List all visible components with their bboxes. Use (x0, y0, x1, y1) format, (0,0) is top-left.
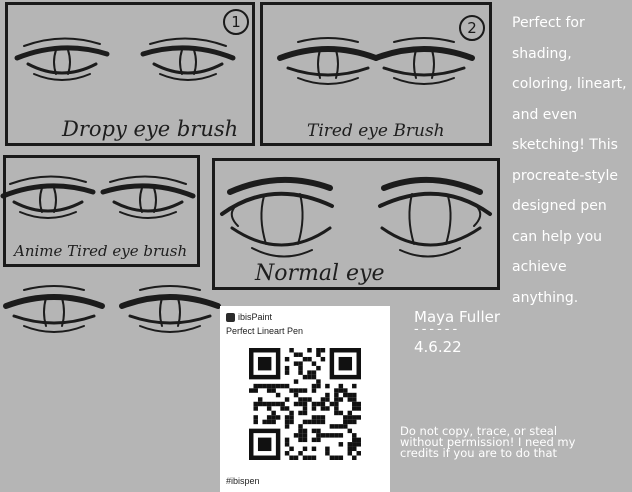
hashtag: #ibispen (226, 476, 260, 486)
panel-normal-eye: Normal eye (212, 158, 500, 290)
brush-title: Perfect Lineart Pen (226, 326, 304, 336)
ibispaint-icon (226, 312, 235, 322)
panel-caption: Anime Tired eye brush (14, 242, 188, 260)
panel-tired-eye: 2 Tired eye Brush (260, 2, 492, 146)
panel-anime-tired-eye: Anime Tired eye brush (3, 155, 200, 267)
panel-number-badge: 1 (223, 9, 249, 35)
qr-code[interactable] (249, 348, 361, 460)
signature-divider: ------ (414, 322, 461, 337)
panel-caption: Dropy eye brush (62, 117, 239, 141)
panel-caption: Tired eye Brush (307, 121, 445, 141)
promo-text: Perfect for shading, coloring, lineart, … (512, 15, 627, 306)
copyright-notice: Do not copy, trace, or steal without per… (400, 424, 576, 460)
app-label: ibisPaint (226, 312, 272, 322)
signature-date: 4.6.22 (414, 338, 462, 356)
panel-number-badge: 2 (459, 15, 485, 41)
panel-caption: Normal eye (255, 261, 385, 286)
panel-dropy-eye: 1 Dropy eye brush (5, 2, 255, 146)
qr-card[interactable]: ibisPaint Perfect Lineart Pen #ibispen (220, 306, 390, 492)
